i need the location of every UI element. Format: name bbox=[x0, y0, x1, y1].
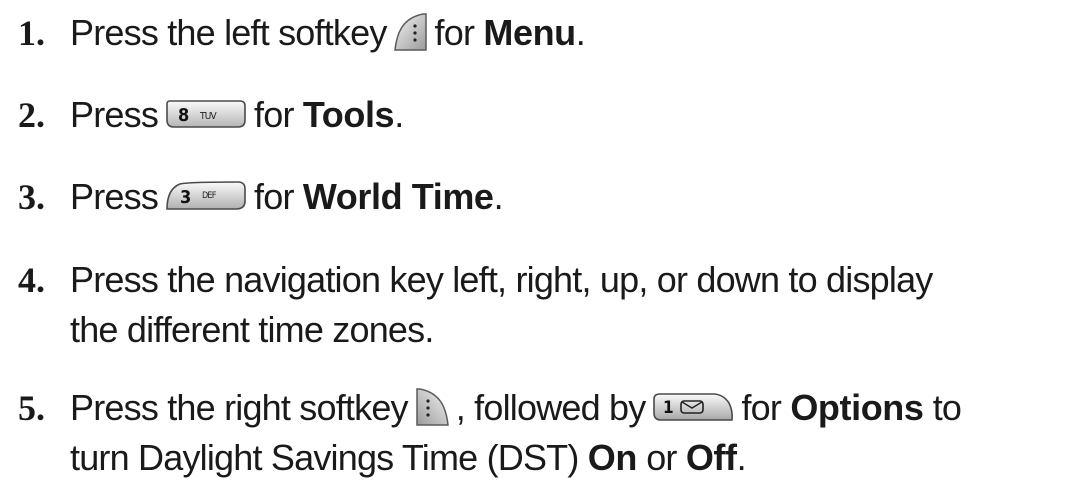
step-text-end: . bbox=[736, 437, 747, 478]
step-text: Press the left softkey for Menu. bbox=[70, 8, 1080, 58]
instruction-steps: 1. Press the left softkey for Menu. 2. P… bbox=[0, 0, 1084, 484]
step-number: 5. bbox=[18, 388, 45, 428]
step-text-end: . bbox=[493, 176, 504, 217]
left-softkey-icon bbox=[393, 12, 429, 52]
step-number: 3. bbox=[18, 177, 45, 217]
step-text-after: for bbox=[254, 176, 294, 217]
key-digit: 8 bbox=[178, 105, 189, 126]
world-time-label: World Time bbox=[302, 176, 494, 217]
step-text-after-2: to bbox=[932, 387, 962, 428]
key-letters: TUV bbox=[199, 111, 217, 122]
step-number: 2. bbox=[18, 95, 45, 135]
step-text-end: . bbox=[575, 12, 586, 53]
key-3-def-icon: 3 DEF bbox=[164, 179, 248, 213]
step-text-line2-before: turn Daylight Savings Time (DST) bbox=[70, 437, 579, 478]
step-text-after: for bbox=[741, 387, 782, 428]
step-text-line-2: the different time zones. bbox=[70, 309, 434, 350]
step-text-after: for bbox=[254, 94, 294, 135]
right-softkey-icon bbox=[414, 387, 450, 427]
step-text-line-1: Press the navigation key left, right, up… bbox=[70, 259, 933, 300]
key-letters: DEF bbox=[202, 191, 217, 201]
step-text: Press 3 DEF for World Time. bbox=[70, 172, 1080, 222]
step-text-before: Press the left softkey bbox=[70, 12, 387, 53]
key-8-tuv-icon: 8 TUV bbox=[164, 98, 248, 130]
on-label: On bbox=[587, 437, 638, 478]
key-1-voicemail-icon: 1 bbox=[651, 391, 735, 423]
step-text: Press the right softkey , followed by 1 … bbox=[70, 383, 1080, 483]
options-label: Options bbox=[790, 387, 924, 428]
step-text: Press 8 TUV for Tools. bbox=[70, 90, 1080, 140]
menu-label: Menu bbox=[483, 12, 576, 53]
off-label: Off bbox=[685, 437, 737, 478]
step-number: 1. bbox=[18, 13, 45, 53]
step-text-middle: , followed by bbox=[455, 387, 647, 428]
step-number: 4. bbox=[18, 260, 45, 300]
step-text-end: . bbox=[394, 94, 404, 135]
tools-label: Tools bbox=[302, 94, 395, 135]
step-text-before: Press bbox=[70, 94, 159, 135]
step-text-before: Press the right softkey bbox=[70, 387, 409, 428]
step-text-or: or bbox=[646, 437, 677, 478]
key-digit: 3 bbox=[180, 187, 190, 208]
step-text-before: Press bbox=[70, 176, 159, 217]
step-text-line-2: turn Daylight Savings Time (DST) On or O… bbox=[70, 433, 1080, 483]
key-digit: 1 bbox=[663, 398, 673, 418]
step-text: Press the navigation key left, right, up… bbox=[70, 255, 1080, 355]
step-text-line-1: Press the right softkey , followed by 1 … bbox=[70, 383, 1080, 433]
step-text-after: for bbox=[434, 12, 475, 53]
